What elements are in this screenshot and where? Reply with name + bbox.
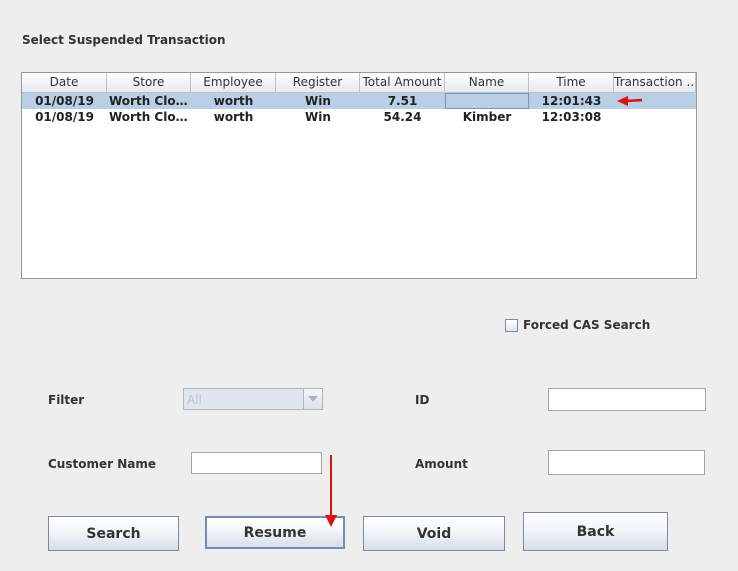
column-header-employee[interactable]: Employee bbox=[191, 73, 276, 93]
column-header-date[interactable]: Date bbox=[22, 73, 107, 93]
cell-date: 01/08/19 bbox=[22, 93, 107, 109]
customer-name-label: Customer Name bbox=[48, 457, 156, 471]
table-row[interactable]: 01/08/19 Worth Clot... worth Win 54.24 K… bbox=[22, 109, 696, 125]
table-row[interactable]: 01/08/19 Worth Clot... worth Win 7.51 12… bbox=[22, 93, 696, 109]
void-button[interactable]: Void bbox=[363, 516, 505, 551]
cell-name bbox=[445, 93, 529, 109]
cell-transaction bbox=[614, 109, 696, 125]
red-arrow-annotation bbox=[330, 455, 332, 517]
filter-dropdown-arrow[interactable] bbox=[303, 389, 322, 409]
cell-employee: worth bbox=[213, 110, 254, 124]
cell-time: 12:01:43 bbox=[529, 93, 614, 109]
resume-button[interactable]: Resume bbox=[205, 516, 345, 549]
id-label: ID bbox=[415, 393, 430, 407]
customer-name-input[interactable] bbox=[191, 452, 322, 474]
search-button[interactable]: Search bbox=[48, 516, 179, 551]
forced-cas-search-option[interactable]: Forced CAS Search bbox=[505, 318, 650, 332]
column-header-register[interactable]: Register bbox=[276, 73, 360, 93]
column-header-time[interactable]: Time bbox=[529, 73, 614, 93]
chevron-down-icon bbox=[308, 396, 318, 402]
table-header: Date Store Employee Register Total Amoun… bbox=[22, 73, 696, 93]
cell-transaction bbox=[614, 93, 696, 109]
suspended-transactions-table[interactable]: Date Store Employee Register Total Amoun… bbox=[21, 72, 697, 279]
cell-employee: worth bbox=[191, 93, 276, 109]
cell-total-amount: 54.24 bbox=[383, 110, 422, 124]
filter-selected-value: All bbox=[187, 393, 202, 407]
cell-register: Win bbox=[276, 93, 360, 109]
amount-input[interactable] bbox=[548, 450, 705, 475]
red-arrow-annotation-head bbox=[325, 515, 337, 527]
back-button[interactable]: Back bbox=[523, 512, 668, 551]
column-header-transaction[interactable]: Transaction ... bbox=[614, 73, 696, 93]
column-header-total-amount[interactable]: Total Amount bbox=[360, 73, 445, 93]
forced-cas-search-label: Forced CAS Search bbox=[523, 318, 651, 332]
filter-label: Filter bbox=[48, 393, 85, 407]
filter-select[interactable]: All bbox=[183, 388, 323, 410]
forced-cas-search-checkbox[interactable] bbox=[505, 318, 518, 332]
cell-date: 01/08/19 bbox=[35, 110, 94, 124]
red-arrow-annotation bbox=[617, 96, 643, 106]
cell-register: Win bbox=[305, 110, 331, 124]
id-input[interactable] bbox=[548, 388, 706, 411]
cell-name: Kimber bbox=[462, 110, 512, 124]
page-title: Select Suspended Transaction bbox=[22, 33, 226, 47]
cell-store: Worth Clot... bbox=[107, 93, 191, 109]
cell-time: 12:03:08 bbox=[541, 110, 602, 124]
cell-total-amount: 7.51 bbox=[360, 93, 445, 109]
cell-store: Worth Clot... bbox=[109, 110, 191, 124]
column-header-name[interactable]: Name bbox=[445, 73, 529, 93]
column-header-store[interactable]: Store bbox=[107, 73, 191, 93]
amount-label: Amount bbox=[415, 457, 468, 471]
